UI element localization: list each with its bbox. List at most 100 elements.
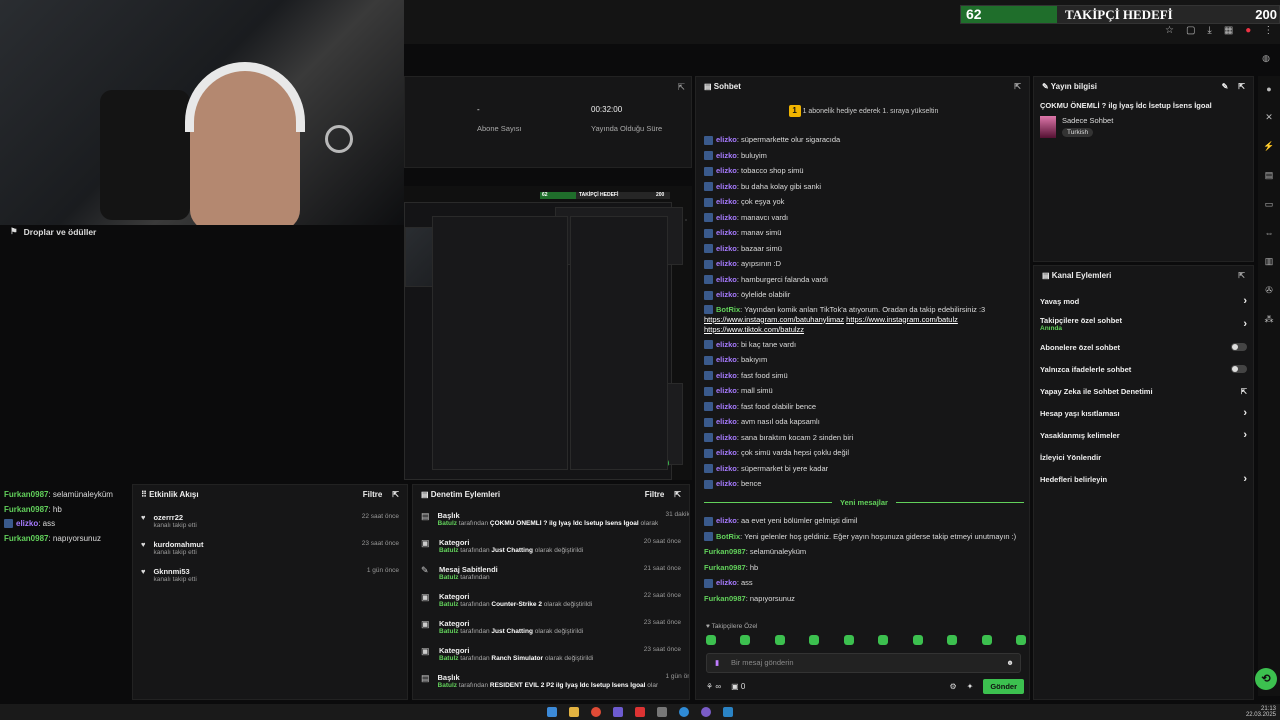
channel-action-row[interactable]: İzleyici Yönlendir <box>1034 446 1253 468</box>
chrome-icon[interactable] <box>591 707 601 717</box>
moderation-row: ▤ Başlık Batulz tarafından ÇOKMU ÖNEMLİ ? … <box>413 508 689 535</box>
emote[interactable] <box>1015 635 1026 645</box>
points-button[interactable]: ⚘ ∞ <box>706 682 721 691</box>
chat-message: Furkan0987: hb <box>704 562 759 572</box>
chat-input[interactable]: ▮ Bir mesaj gönderin ☻ <box>706 653 1021 673</box>
popout-icon[interactable]: ⇱ <box>392 490 399 499</box>
channel-action-row[interactable]: Hesap yaşı kısıtlaması › <box>1034 402 1253 424</box>
badge-icon <box>704 402 713 412</box>
chat-message: elizko: süpermarkette olur sigaracıda <box>704 132 1024 148</box>
channel-action-row[interactable]: Yalnızca ifadelerle sohbet <box>1034 358 1253 380</box>
stats-panel: ⇱ - Abone Sayısı 00:32:00 Yayında Olduğu… <box>404 76 692 168</box>
rank-badge-icon: 1 <box>788 105 801 117</box>
drag-handle-icon[interactable]: ▤ <box>1042 271 1052 280</box>
toggle-switch[interactable] <box>1231 343 1247 351</box>
emote[interactable] <box>774 635 785 645</box>
headphones <box>185 62 305 132</box>
heart-icon: ♥ <box>141 513 146 522</box>
obs-icon[interactable] <box>657 707 667 717</box>
chat-message: elizko: buluyim <box>704 148 1024 164</box>
drag-handle-icon[interactable]: ⠿ <box>141 490 149 499</box>
clipboard-icon[interactable]: ▤ <box>1265 170 1274 181</box>
channel-action-row[interactable]: Abonelere özel sohbet <box>1034 336 1253 358</box>
chevron-right-icon: › <box>1243 473 1247 485</box>
chat-message: BotRix: Yeni gelenler hoş geldiniz. Eğer… <box>704 529 1024 545</box>
channel-action-row[interactable]: Takipçilere özel sohbet Anında › <box>1034 312 1253 336</box>
channel-action-row[interactable]: Yavaş mod › <box>1034 290 1253 312</box>
chat-bubble-icon[interactable]: ▭ <box>1265 199 1274 210</box>
extensions-icon[interactable]: ▢ <box>1186 25 1195 36</box>
badge-icon <box>704 355 713 365</box>
user-settings-icon[interactable]: ✦ <box>967 682 974 691</box>
steam-icon[interactable] <box>723 707 733 717</box>
language-tag: Turkish <box>1062 128 1094 137</box>
emote[interactable] <box>947 635 958 645</box>
moderation-filter-button[interactable]: Filtre <box>645 490 665 499</box>
avatar-icon[interactable]: ◍ <box>1262 53 1270 64</box>
emoji-icon[interactable]: ☻ <box>1006 654 1014 672</box>
popout-icon[interactable]: ⇱ <box>1238 271 1245 280</box>
emote[interactable] <box>981 635 992 645</box>
system-clock[interactable]: 21:13 22.03.2025 <box>1246 706 1276 718</box>
emote[interactable] <box>912 635 923 645</box>
activity-filter-button[interactable]: Filtre <box>363 490 383 499</box>
windows-start-icon[interactable] <box>547 707 557 717</box>
bot-link[interactable]: https://www.instagram.com/batuhanylimaz <box>704 315 844 324</box>
emote[interactable] <box>740 635 751 645</box>
stream-category[interactable]: Sadece Sohbet <box>1062 116 1113 125</box>
gift-sub-banner[interactable]: 1 1 abonelik hediye ederek 1. sıraya yük… <box>696 105 1031 117</box>
emote[interactable] <box>809 635 820 645</box>
gift-button[interactable]: ▣ 0 <box>731 682 745 691</box>
channel-action-row[interactable]: Yapay Zeka ile Sohbet Denetimi ⇱ <box>1034 380 1253 402</box>
edit-icon[interactable]: ✎ <box>1222 82 1229 91</box>
settings-icon[interactable]: ⚙ <box>949 682 956 691</box>
explorer-icon[interactable] <box>569 707 579 717</box>
popout-icon[interactable]: ⇱ <box>1014 82 1021 91</box>
expand-icon[interactable]: ⇔ <box>1265 228 1274 238</box>
chat-icon: ▤ <box>704 81 714 91</box>
badge-icon <box>704 386 713 396</box>
popout-icon[interactable]: ⇱ <box>1238 82 1245 91</box>
grid-icon[interactable]: ▦ <box>1224 25 1233 36</box>
bot-link[interactable]: https://www.tiktok.com/batulzz <box>704 325 804 334</box>
edge-icon[interactable] <box>679 707 689 717</box>
drops-rewards-button[interactable]: ⚑ Droplar ve ödüller <box>10 226 96 237</box>
storage-icon[interactable]: ▥ <box>1265 256 1274 267</box>
popout-icon[interactable]: ⇱ <box>674 490 681 499</box>
app-icon[interactable] <box>701 707 711 717</box>
opera-icon[interactable] <box>635 707 645 717</box>
alert-icon[interactable]: ● <box>1266 84 1271 94</box>
channel-action-row[interactable]: Yasaklanmış kelimeler › <box>1034 424 1253 446</box>
chat-overlay: Furkan0987: selamünaleyküm Furkan0987: h… <box>4 488 132 546</box>
popout-icon[interactable]: ⇱ <box>677 82 685 93</box>
fab-button[interactable]: ⟲ <box>1255 668 1277 690</box>
chat-message: elizko: tobacco shop simü <box>704 163 1024 179</box>
overlay-msg: Furkan0987: selamünaleyküm <box>4 490 113 499</box>
channel-action-row[interactable]: Hedefleri belirleyin › <box>1034 468 1253 490</box>
emote[interactable] <box>706 635 716 645</box>
download-icon[interactable]: ⤓ <box>1207 25 1211 36</box>
chat-message: elizko: bence <box>704 476 1024 492</box>
preview-goal-bar: 62 TAKİPÇİ HEDEFİ 200 <box>540 192 670 199</box>
moderation-row: ✎ Mesaj Sabitlendi Batulz tarafından 21 saa… <box>413 562 689 589</box>
drag-handle-icon[interactable]: ▤ <box>421 490 431 499</box>
overlay-msg: elizko: ass <box>4 517 132 532</box>
chat-message: elizko: avm nasıl oda kapsamlı <box>704 414 1024 430</box>
discord-icon[interactable] <box>613 707 623 717</box>
moderation-row: ▣ Kategori Batulz tarafından Ranch Simulat… <box>413 643 689 670</box>
send-button[interactable]: Gönder <box>983 679 1024 694</box>
more-icon[interactable]: ⋮ <box>1263 25 1273 36</box>
profile-icon[interactable]: ● <box>1245 25 1251 36</box>
close-icon[interactable]: ✕ <box>1265 112 1273 123</box>
moderation-header: ▤ Denetim Eylemleri Filtre ⇱ <box>421 489 681 499</box>
lightning-icon[interactable]: ⚡ <box>1263 141 1274 152</box>
chat-message: elizko: aa evet yeni bölümler gelmişti d… <box>704 513 1024 529</box>
nodes-icon[interactable]: ⁂ <box>1265 314 1274 325</box>
emote[interactable] <box>878 635 889 645</box>
bot-link[interactable]: https://www.instagram.com/batulz <box>846 315 958 324</box>
toggle-switch[interactable] <box>1231 365 1247 373</box>
emote[interactable] <box>843 635 854 645</box>
wrench-icon[interactable]: ✇ <box>1265 285 1273 296</box>
star-icon[interactable]: ☆ <box>1165 25 1174 36</box>
badge-icon <box>704 305 713 315</box>
